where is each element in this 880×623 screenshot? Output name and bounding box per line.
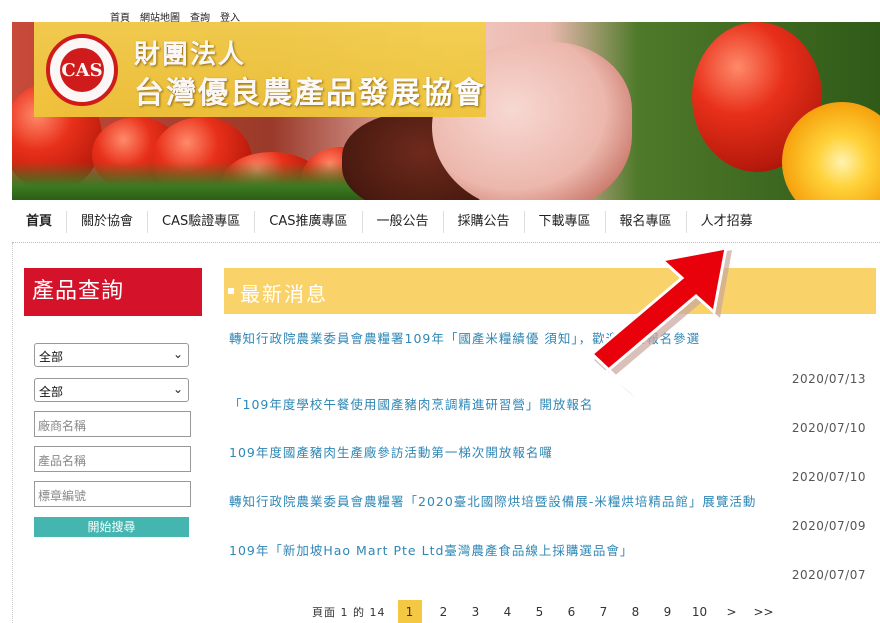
news-header: 最新消息 xyxy=(224,268,876,314)
nav-cas-promo[interactable]: CAS推廣專區 xyxy=(255,211,363,233)
subcategory-select-value: 全部 xyxy=(39,385,64,399)
page-link[interactable]: 6 xyxy=(556,605,588,619)
category-select[interactable]: 全部 ⌄ xyxy=(34,343,189,367)
header-banner: CAS 財團法人 台灣優良農產品發展協會 xyxy=(12,22,880,200)
chevron-down-icon: ⌄ xyxy=(172,347,183,361)
main-nav: 首頁 關於協會 CAS驗證專區 CAS推廣專區 一般公告 採購公告 下載專區 報… xyxy=(12,205,880,239)
page-link[interactable]: 5 xyxy=(524,605,556,619)
news-item-date: 2020/07/09 xyxy=(791,519,866,533)
org-logo-panel[interactable]: CAS 財團法人 台灣優良農產品發展協會 xyxy=(34,22,486,117)
page-link[interactable]: 10 xyxy=(684,605,716,619)
page-info: 頁面 1 的 14 xyxy=(312,606,386,619)
news-item-date: 2020/07/10 xyxy=(791,421,866,435)
greens-image xyxy=(12,162,372,200)
nav-downloads[interactable]: 下載專區 xyxy=(525,211,606,233)
news-item-date: 2020/07/07 xyxy=(791,568,866,582)
page-link[interactable]: 9 xyxy=(652,605,684,619)
page-link[interactable]: 3 xyxy=(460,605,492,619)
news-item-link[interactable]: 109年「新加坡Hao Mart Pte Ltd臺灣農產食品線上採購選品會」 xyxy=(229,542,869,559)
page-current[interactable]: 1 xyxy=(397,600,422,623)
news-item-link[interactable]: 轉知行政院農業委員會農糧署「2020臺北國際烘培暨設備展-米糧烘培精品館」展覽活… xyxy=(229,493,869,510)
nav-procurement[interactable]: 採購公告 xyxy=(444,211,525,233)
nav-divider xyxy=(12,242,880,243)
cas-logo-mark: CAS xyxy=(60,48,104,92)
pagination: 頁面 1 的 14 1 2 3 4 5 6 7 8 9 10 > >> xyxy=(312,600,780,623)
nav-announcements[interactable]: 一般公告 xyxy=(363,211,444,233)
page-link[interactable]: 2 xyxy=(428,605,460,619)
page-link[interactable]: 4 xyxy=(492,605,524,619)
news-title: 最新消息 xyxy=(240,282,328,306)
vendor-name-input[interactable]: 廠商名稱 xyxy=(34,411,191,437)
news-item-link[interactable]: 「109年度學校午餐使用國產豬肉烹調精進研習營」開放報名 xyxy=(229,396,869,413)
last-page-link[interactable]: >> xyxy=(748,605,780,619)
search-button[interactable]: 開始搜尋 xyxy=(34,517,189,537)
bullet-icon xyxy=(228,288,234,294)
chevron-down-icon: ⌄ xyxy=(172,382,183,396)
news-item-date: 2020/07/10 xyxy=(791,470,866,484)
subcategory-select[interactable]: 全部 ⌄ xyxy=(34,378,189,402)
category-select-value: 全部 xyxy=(39,350,64,364)
content-border xyxy=(12,243,13,623)
label-number-input[interactable]: 標章編號 xyxy=(34,481,191,507)
nav-cas-cert[interactable]: CAS驗證專區 xyxy=(148,211,256,233)
news-item-link[interactable]: 109年度國產豬肉生產廠參訪活動第一梯次開放報名囉 xyxy=(229,444,869,461)
page-link[interactable]: 8 xyxy=(620,605,652,619)
pointer-arrow-icon xyxy=(590,246,732,398)
nav-about[interactable]: 關於協會 xyxy=(67,211,149,233)
nav-registration[interactable]: 報名專區 xyxy=(606,211,687,233)
nav-careers[interactable]: 人才招募 xyxy=(687,211,767,233)
nav-home[interactable]: 首頁 xyxy=(12,211,68,233)
news-item-date: 2020/07/13 xyxy=(791,372,866,386)
cas-logo: CAS xyxy=(46,34,118,106)
next-page-link[interactable]: > xyxy=(716,605,748,619)
product-name-input[interactable]: 產品名稱 xyxy=(34,446,191,472)
news-item-link[interactable]: 轉知行政院農業委員會農糧署109年「國產米糧績優 須知」，歡迎踴躍報名參選 xyxy=(229,330,869,347)
org-type: 財團法人 xyxy=(134,40,247,70)
page-link[interactable]: 7 xyxy=(588,605,620,619)
org-name: 台灣優良農產品發展協會 xyxy=(134,76,486,111)
product-search-title: 產品查詢 xyxy=(24,268,202,316)
